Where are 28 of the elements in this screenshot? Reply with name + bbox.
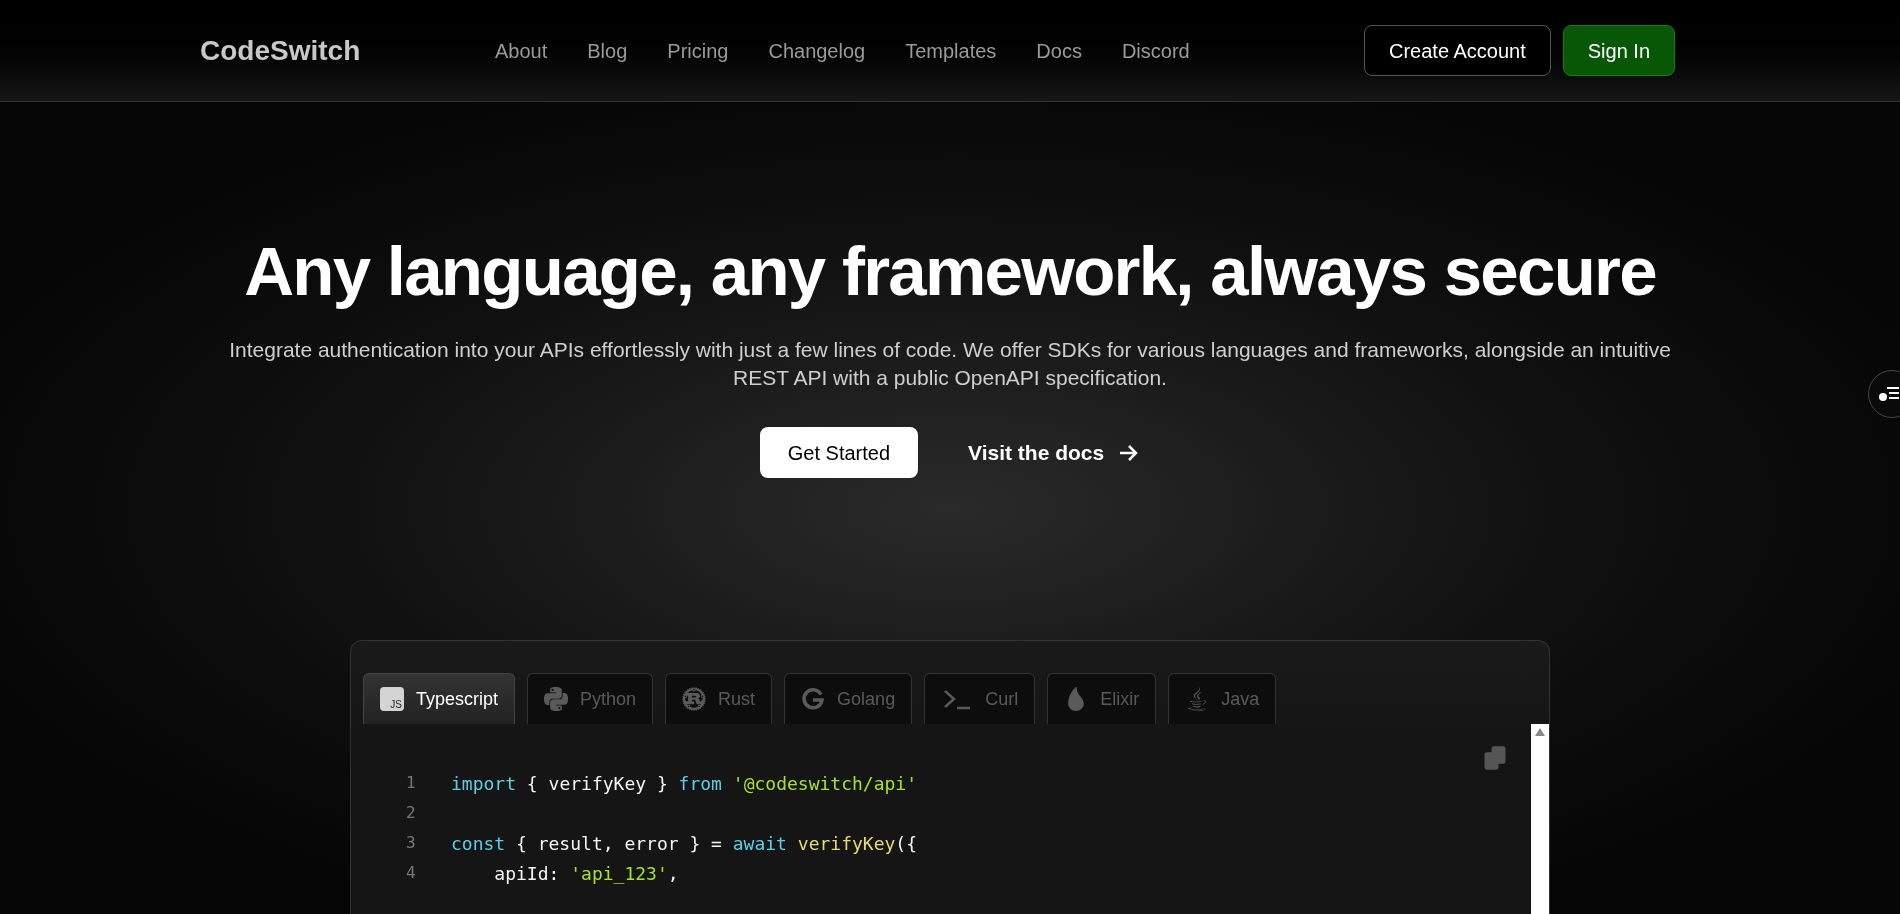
line-number: 3 — [406, 832, 417, 854]
rust-icon — [682, 687, 707, 711]
nav-link[interactable]: Templates — [905, 35, 997, 66]
copy-icon[interactable] — [1481, 744, 1509, 772]
code-line: apiId: 'api_123', — [493, 861, 679, 886]
line-number: 2 — [406, 802, 417, 824]
line-number: 1 — [406, 772, 417, 794]
g-letter-icon — [801, 687, 826, 711]
visit-docs-link[interactable]: Visit the docs — [968, 436, 1141, 469]
get-started-button[interactable]: Get Started — [759, 427, 919, 478]
scroll-up-icon[interactable] — [1535, 728, 1545, 736]
scrollbar[interactable] — [1531, 724, 1549, 914]
language-tab[interactable]: JS Typescript — [363, 673, 516, 724]
hero-subtitle: Integrate authentication into your APIs effortlessly with just a few lines of code. We offer SDKs for various languages and frameworks, alongside an intuitive REST API with a public OpenAPI specification. — [228, 337, 1672, 391]
logo[interactable]: CodeSwitch — [200, 29, 495, 72]
python-icon — [544, 687, 569, 711]
sign-in-button[interactable]: Sign In — [1562, 25, 1675, 76]
js-icon: JS — [380, 687, 404, 711]
nav-link[interactable]: Changelog — [768, 35, 866, 66]
nav-link[interactable]: Blog — [587, 35, 628, 66]
nav-link[interactable]: About — [495, 35, 548, 66]
nav-link[interactable]: Discord — [1121, 35, 1190, 66]
code-line: const { result, error } = await verifyKey({ — [451, 831, 917, 856]
create-account-button[interactable]: Create Account — [1364, 25, 1551, 76]
nav-link[interactable]: Docs — [1036, 35, 1082, 66]
nav-link[interactable]: Pricing — [667, 35, 729, 66]
line-number: 4 — [406, 862, 417, 884]
code-line: import { verifyKey } from '@codeswitch/api' — [451, 771, 918, 796]
